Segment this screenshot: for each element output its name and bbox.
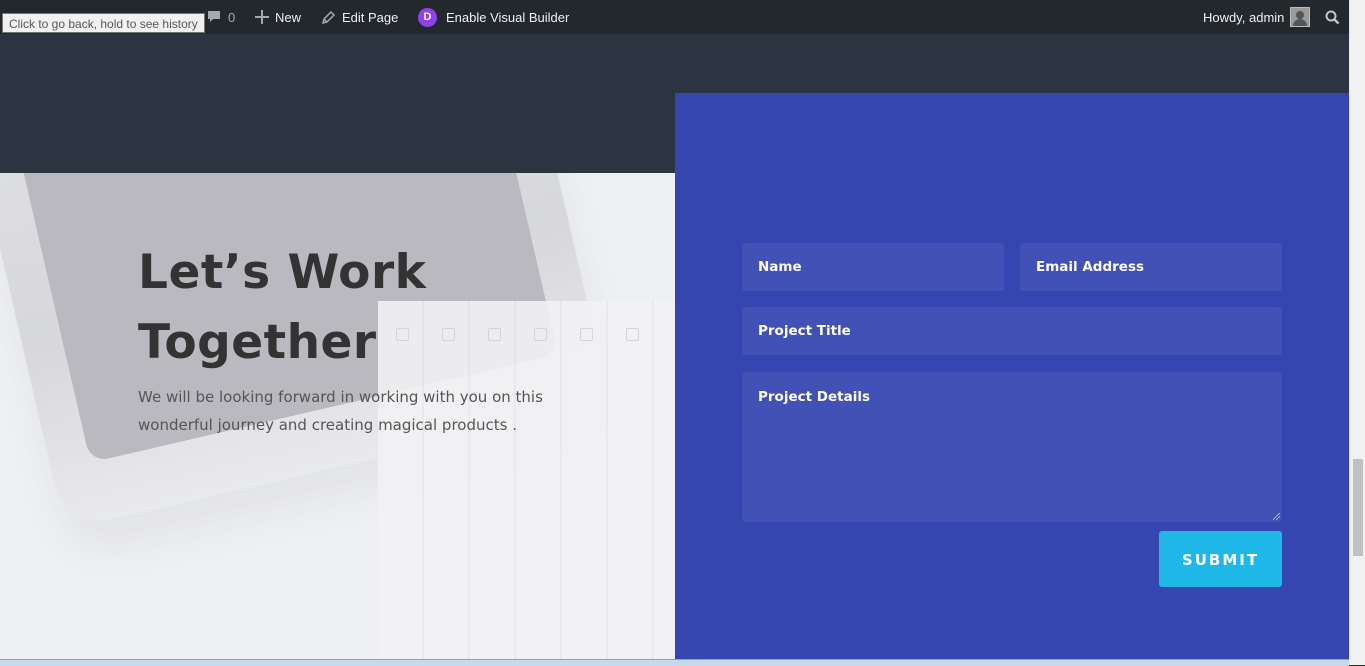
edit-page-item[interactable]: Edit Page bbox=[321, 0, 398, 34]
name-field[interactable]: Name bbox=[742, 243, 1004, 291]
submit-button[interactable]: SUBMIT bbox=[1159, 531, 1282, 587]
back-history-tooltip: Click to go back, hold to see history bbox=[2, 13, 205, 33]
search-item[interactable] bbox=[1325, 0, 1340, 34]
visual-builder-item[interactable]: D Enable Visual Builder bbox=[418, 0, 569, 34]
hero-heading: Let’s Work Together bbox=[138, 245, 427, 370]
divi-icon: D bbox=[418, 7, 437, 27]
project-details-placeholder: Project Details bbox=[758, 389, 870, 405]
resize-handle[interactable] bbox=[1273, 513, 1280, 520]
pencil-icon bbox=[321, 10, 336, 25]
hero-subtext: We will be looking forward in working wi… bbox=[138, 388, 543, 434]
search-icon bbox=[1325, 10, 1340, 25]
new-item[interactable]: New bbox=[255, 0, 301, 34]
project-details-field[interactable]: Project Details bbox=[742, 372, 1282, 522]
comments-item[interactable]: 0 bbox=[206, 0, 235, 34]
visual-builder-label: Enable Visual Builder bbox=[446, 9, 570, 25]
account-item[interactable]: Howdy, admin bbox=[1203, 0, 1311, 34]
email-placeholder: Email Address bbox=[1036, 259, 1145, 275]
greeting: Howdy, admin bbox=[1203, 9, 1285, 25]
page-scrollbar[interactable] bbox=[1349, 0, 1365, 665]
email-field[interactable]: Email Address bbox=[1020, 243, 1282, 291]
avatar bbox=[1290, 7, 1311, 27]
project-title-placeholder: Project Title bbox=[758, 323, 851, 339]
scrollbar-thumb[interactable] bbox=[1353, 459, 1363, 556]
new-label: New bbox=[275, 9, 302, 25]
project-title-field[interactable]: Project Title bbox=[742, 307, 1282, 355]
plus-icon bbox=[255, 10, 269, 24]
comments-count: 0 bbox=[228, 9, 236, 25]
name-placeholder: Name bbox=[758, 259, 802, 275]
comment-icon bbox=[206, 9, 222, 25]
edit-page-label: Edit Page bbox=[342, 9, 399, 25]
